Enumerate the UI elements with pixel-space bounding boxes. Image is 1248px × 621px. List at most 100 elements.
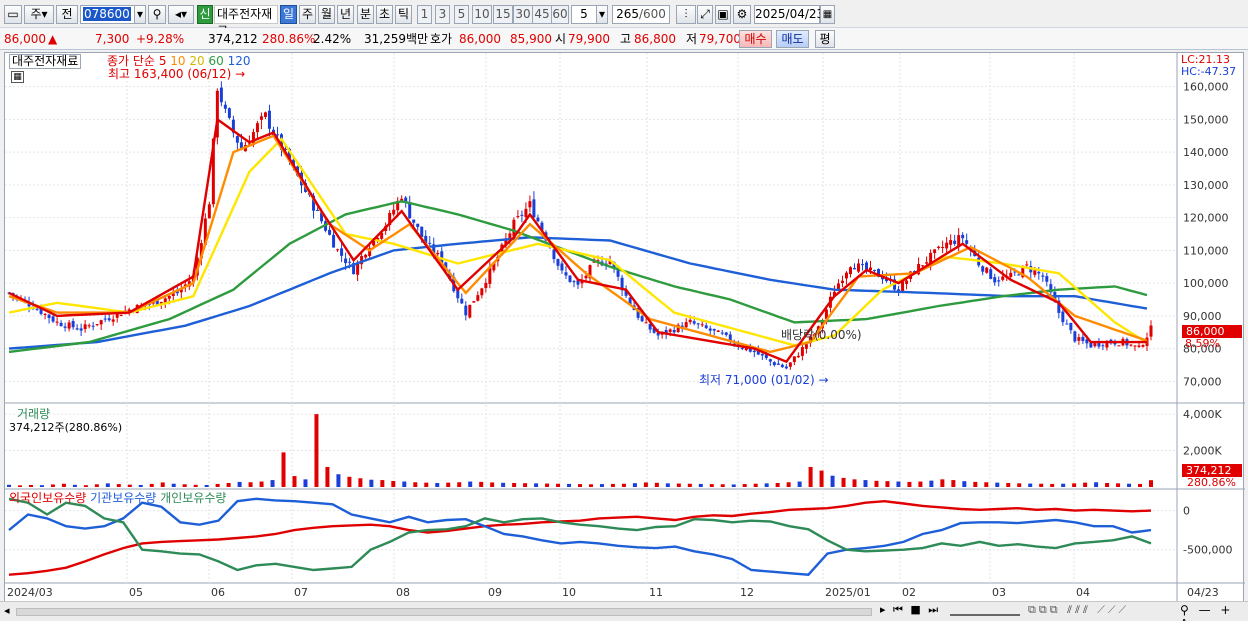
x-tick-label: 05 xyxy=(129,586,143,599)
volume-last-pct: 280.86% xyxy=(1187,476,1236,489)
volume-bar xyxy=(215,483,220,487)
ma10-line xyxy=(8,134,1148,354)
volume-bar xyxy=(578,484,582,487)
chart-canvas[interactable]: 2024/03 05 06 07 08 09 10 11 12 2025/01 02 03 04 04/2… xyxy=(5,53,1245,603)
calendar-icon[interactable]: ▦ xyxy=(820,5,835,24)
minute-15-button[interactable]: 15 xyxy=(493,5,513,24)
period-second-label: 초 xyxy=(378,7,391,21)
scroll-left-icon[interactable]: ◂ xyxy=(4,604,10,617)
volume-bar xyxy=(819,470,824,487)
candle-body xyxy=(556,259,560,266)
candle-body xyxy=(905,280,909,284)
count-total: /600 xyxy=(638,7,666,21)
candle-type-icon[interactable]: ⫶ xyxy=(676,5,696,24)
minute-3-button[interactable]: 3 xyxy=(435,5,450,24)
volume-bar xyxy=(534,483,539,487)
search-icon[interactable]: ⚲ xyxy=(148,5,166,24)
candle-body xyxy=(708,328,712,331)
volume-bar xyxy=(863,480,868,487)
candle-body xyxy=(965,240,969,244)
y-tick-label: 140,000 xyxy=(1183,146,1229,159)
playback-controls[interactable]: ▸ ⏮ ■ ⏭ xyxy=(880,603,940,617)
volume-bar xyxy=(1028,483,1033,487)
period-second-button[interactable]: 초 xyxy=(376,5,393,24)
dividend-annotation: 배당락(0.00%) xyxy=(781,328,862,342)
gear-icon[interactable]: ⚙ xyxy=(733,5,751,24)
minute-45-button[interactable]: 45 xyxy=(532,5,552,24)
sell-button[interactable]: 매도 xyxy=(776,30,809,48)
interval-input[interactable]: 5 xyxy=(571,5,597,24)
candle-body xyxy=(668,329,672,333)
minute-1-button[interactable]: 1 xyxy=(417,5,432,24)
candle-body xyxy=(524,208,528,218)
period-day-button[interactable]: 일 xyxy=(280,5,297,24)
candle-body xyxy=(207,204,211,219)
volume-bar xyxy=(1006,482,1011,487)
minute-5-label: 5 xyxy=(457,7,466,21)
volume-bar xyxy=(270,480,275,487)
price-change-pct: +9.28% xyxy=(136,32,185,46)
volume-bar xyxy=(599,484,604,487)
period-year-button[interactable]: 년 xyxy=(337,5,354,24)
candle-body xyxy=(780,364,784,368)
y-tick-label: 70,000 xyxy=(1183,375,1222,388)
interval-dropdown-icon[interactable]: ▾ xyxy=(596,5,608,24)
buy-button[interactable]: 매수 xyxy=(739,30,772,48)
zoom-tools[interactable]: ⚲ — + A xyxy=(1180,603,1248,621)
period-tick-button[interactable]: 틱 xyxy=(395,5,412,24)
candle-body xyxy=(704,325,708,329)
horizontal-scrollbar[interactable] xyxy=(16,608,872,616)
candle-body xyxy=(167,295,171,299)
minute-10-button[interactable]: 10 xyxy=(472,5,492,24)
prev-button[interactable]: 전 xyxy=(56,5,78,24)
minute-30-button[interactable]: 30 xyxy=(513,5,533,24)
save-icon[interactable]: ▣ xyxy=(715,5,731,24)
minute-10-label: 10 xyxy=(474,7,490,21)
period-type-select[interactable]: 주▾ xyxy=(24,5,54,24)
eval-button[interactable]: 평 xyxy=(815,30,835,48)
candle-body xyxy=(985,267,989,273)
candle-body xyxy=(1009,272,1013,277)
candle-body xyxy=(1097,342,1101,347)
candle-body xyxy=(95,324,99,326)
minute-60-button[interactable]: 60 xyxy=(551,5,569,24)
candle-body xyxy=(436,252,440,255)
volume-bar xyxy=(940,479,945,487)
period-week-button[interactable]: 주 xyxy=(299,5,316,24)
volume-bar xyxy=(676,483,681,487)
y-tick-label: 90,000 xyxy=(1183,310,1222,323)
open-price: 79,900 xyxy=(568,32,610,46)
minute-5-button[interactable]: 5 xyxy=(454,5,469,24)
volume-bar xyxy=(885,481,890,487)
candle-body xyxy=(55,321,59,323)
volume-bar xyxy=(512,482,517,487)
speaker-icon[interactable]: ◂▾ xyxy=(168,5,194,24)
candle-body xyxy=(1093,343,1097,347)
code-dropdown-icon[interactable]: ▾ xyxy=(134,5,146,24)
volume-bar xyxy=(468,481,473,487)
volume-bar xyxy=(1105,482,1110,487)
count-input[interactable]: 265/600 xyxy=(612,5,670,24)
candle-body xyxy=(572,281,576,283)
stock-code-input[interactable]: 078600 xyxy=(80,5,136,24)
volume-bar xyxy=(567,483,572,487)
zoom-slider[interactable] xyxy=(950,604,1020,616)
table-icon[interactable]: ▦ xyxy=(11,71,24,83)
window-icon[interactable]: ▭ xyxy=(4,5,22,24)
candle-body xyxy=(848,267,852,275)
candle-body xyxy=(516,216,520,218)
drawing-tool-icons[interactable]: ⧉⧉⧉ ⫽⫽⫽ ⟋⟋⟋ xyxy=(1028,603,1129,617)
volume-bar xyxy=(545,483,550,487)
period-month-button[interactable]: 월 xyxy=(318,5,335,24)
volume-bar xyxy=(621,483,626,487)
candle-body xyxy=(856,263,860,272)
volume-bar xyxy=(830,475,835,487)
draw-tool-icon[interactable]: ⤢ xyxy=(697,5,713,24)
candle-body xyxy=(255,123,259,133)
period-minute-button[interactable]: 분 xyxy=(357,5,374,24)
chart-area[interactable]: 2024/03 05 06 07 08 09 10 11 12 2025/01 02 03 04 04/2… xyxy=(4,52,1245,603)
date-input[interactable]: 2025/04/23 xyxy=(754,5,824,24)
count-value: 265 xyxy=(616,7,639,21)
candle-body xyxy=(953,240,957,244)
candle-body xyxy=(869,267,873,271)
